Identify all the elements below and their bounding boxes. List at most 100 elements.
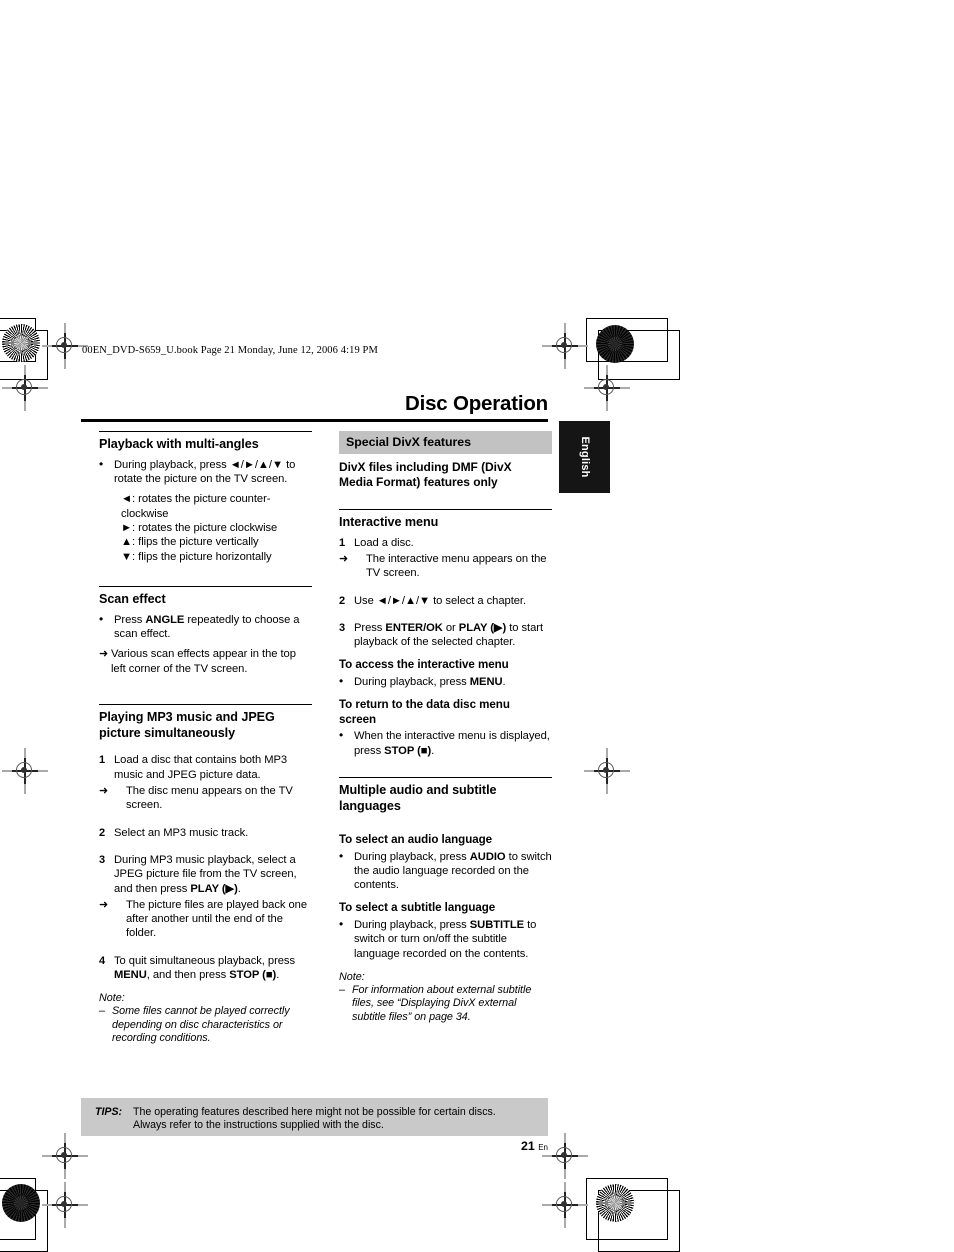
note-item: – Some files cannot be played correctly … — [99, 1005, 312, 1046]
note-label: Note: — [339, 970, 365, 983]
arrow-icon: ➜ — [99, 648, 109, 661]
step-text: During MP3 music playback, select a JPEG… — [114, 853, 297, 895]
result-item-text: The picture files are played back one af… — [126, 898, 307, 940]
registration-rosette-bottom-right — [596, 1184, 634, 1222]
list-item-text: During playback, press SUBTITLE to switc… — [354, 918, 537, 960]
step-text: Load a disc that contains both MP3 music… — [114, 754, 288, 781]
section-lead-text: DivX files including DMF (DivX Media Form… — [339, 460, 512, 489]
step-item: 3 Press ENTER/OK or PLAY (▶) to start pl… — [339, 621, 552, 650]
step-number: 4 — [99, 954, 106, 967]
right-column: Special DivX features DivX files includi… — [339, 431, 552, 1025]
registration-mark-bottom-right-b — [542, 1182, 588, 1228]
step-number: 1 — [99, 754, 106, 767]
registration-mark-bottom-left-a — [42, 1133, 88, 1179]
registration-rosette-top-left — [2, 324, 40, 362]
result-item: ➜ The picture files are played back one … — [99, 898, 312, 941]
list-item: • Press ANGLE repeatedly to choose a sca… — [99, 613, 312, 642]
section-heading-interactive-menu: Interactive menu — [339, 515, 439, 530]
registration-mark-right-upper — [584, 365, 630, 411]
registration-mark-left-upper — [2, 365, 48, 411]
section-heading-scan-effect: Scan effect — [99, 592, 166, 607]
list-item-text: During playback, press ◄/►/▲/▼ to rotate… — [114, 458, 296, 486]
glyph-line: ►: rotates the picture clockwise — [121, 522, 278, 535]
step-number: 3 — [99, 853, 106, 866]
section-heading-multiple-audio-subtitle: Multiple audio and subtitle languages — [339, 783, 497, 813]
step-item: 2 Select an MP3 music track. — [99, 826, 312, 840]
section-rule — [339, 776, 552, 779]
bullet-icon: • — [339, 848, 344, 863]
step-item: 1 Load a disc. — [339, 536, 552, 550]
step-text: To quit simultaneous playback, press MEN… — [114, 954, 296, 981]
registration-mark-top-left-a — [42, 323, 88, 369]
left-column: Playback with multi-angles • During play… — [99, 431, 312, 1046]
registration-mark-left-middle — [2, 748, 48, 794]
step-text: Select an MP3 music track. — [114, 826, 249, 839]
glyph-line: ▲: flips the picture vertically — [121, 536, 259, 549]
note-item-text: For information about external subtitle … — [352, 983, 532, 1024]
section-rule — [99, 704, 312, 706]
section-rule — [99, 431, 312, 433]
registration-mark-right-middle — [584, 748, 630, 794]
page-title: Disc Operation — [404, 392, 548, 415]
language-tab-label: English — [578, 436, 591, 478]
glyph-line: ▼: flips the picture horizontally — [121, 550, 272, 563]
subheading-access-interactive-menu: To access the interactive menu — [339, 658, 509, 672]
header-rule — [81, 419, 548, 423]
tips-text: The operating features described here mi… — [133, 1106, 496, 1132]
section-rule — [99, 585, 312, 588]
subheading-select-audio-language: To select an audio language — [339, 833, 493, 847]
arrow-icon: ➜ — [339, 552, 349, 565]
list-item: • During playback, press MENU. — [339, 675, 552, 689]
list-item-text: During playback, press AUDIO to switch t… — [354, 850, 552, 892]
list-item: • During playback, press AUDIO to switch… — [339, 850, 552, 893]
step-text: Press ENTER/OK or PLAY (▶) to start play… — [354, 621, 544, 649]
note-item-text: Some files cannot be played correctly de… — [112, 1005, 290, 1045]
step-text: Load a disc. — [354, 536, 414, 549]
result-item-text: The interactive menu appears on the TV s… — [366, 552, 547, 580]
section-heading-mp3-jpeg: Playing MP3 music and JPEG picture simult… — [99, 710, 275, 740]
language-tab: English — [559, 421, 610, 493]
step-item: 2 Use ◄/►/▲/▼ to select a chapter. — [339, 594, 552, 608]
registration-rosette-top-right — [596, 325, 634, 363]
registration-mark-bottom-right-a — [542, 1133, 588, 1179]
bullet-icon: • — [339, 916, 344, 931]
result-item: ➜ Various scan effects appear in the top… — [99, 647, 312, 676]
document-page: 00EN_DVD-S659_U.book Page 21 Monday, Jun… — [0, 0, 954, 1252]
tips-label: TIPS: — [95, 1106, 123, 1118]
step-item: 3 During MP3 music playback, select a JP… — [99, 853, 312, 896]
list-item: • During playback, press SUBTITLE to swi… — [339, 918, 552, 961]
note-label: Note: — [99, 992, 125, 1005]
step-item: 1 Load a disc that contains both MP3 mus… — [99, 753, 312, 782]
result-item: ➜ The disc menu appears on the TV screen… — [99, 784, 312, 813]
bullet-icon: • — [339, 728, 344, 743]
step-number: 2 — [99, 826, 106, 839]
step-number: 1 — [339, 536, 346, 549]
subheading-return-data-disc-menu: To return to the data disc menu screen — [339, 698, 510, 726]
arrow-icon: ➜ — [99, 785, 109, 798]
list-item-text: Press ANGLE repeatedly to choose a scan … — [114, 613, 300, 641]
tips-box: TIPS: The operating features described h… — [81, 1098, 548, 1136]
page-number: 21 En — [520, 1139, 548, 1153]
dash-icon: – — [99, 1005, 105, 1018]
registration-mark-bottom-left-b — [42, 1182, 88, 1228]
dash-icon: – — [339, 983, 345, 996]
list-item: • When the interactive menu is displayed… — [339, 729, 552, 758]
list-item-text: When the interactive menu is displayed, … — [354, 730, 550, 757]
bullet-icon: • — [99, 611, 104, 626]
result-item-text: The disc menu appears on the TV screen. — [126, 785, 293, 812]
step-text: Use ◄/►/▲/▼ to select a chapter. — [354, 594, 527, 607]
section-heading-playback-multi-angles: Playback with multi-angles — [99, 437, 259, 452]
glyph-line: ◄: rotates the picture counter-clockwise — [121, 493, 271, 520]
step-number: 3 — [339, 621, 346, 634]
note-item: – For information about external subtitl… — [339, 984, 552, 1025]
